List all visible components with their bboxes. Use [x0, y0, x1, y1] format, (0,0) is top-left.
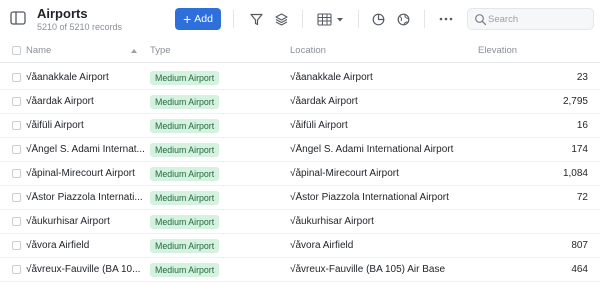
airport-location: √Åstor Piazzola International Airport — [290, 192, 449, 203]
column-header-name[interactable]: Name — [26, 45, 51, 56]
airport-name: √åardak Airport — [26, 96, 94, 107]
type-badge: Medium Airport — [150, 95, 220, 109]
chart-icon[interactable] — [369, 10, 387, 28]
airport-name: √åvora Airfield — [26, 240, 90, 251]
airport-location: √åvreux-Fauville (BA 105) Air Base — [290, 264, 445, 275]
select-all-checkbox[interactable] — [12, 46, 21, 55]
toolbar: Airports 5210 of 5210 records + Add — [0, 0, 600, 38]
toolbar-divider — [424, 10, 425, 28]
toolbar-divider — [302, 10, 303, 28]
toolbar-divider — [233, 10, 234, 28]
airport-elevation: 72 — [576, 192, 588, 203]
table-row[interactable]: √åukurhisar Airport Medium Airport √åuku… — [0, 210, 600, 234]
airport-location: √åanakkale Airport — [290, 72, 373, 83]
type-badge: Medium Airport — [150, 215, 220, 229]
airport-elevation: 23 — [576, 72, 588, 83]
table-view-icon[interactable] — [316, 10, 346, 28]
type-badge: Medium Airport — [150, 167, 220, 181]
row-checkbox[interactable] — [12, 265, 21, 274]
add-button-label: Add — [194, 13, 213, 25]
page-title: Airports — [37, 6, 88, 21]
plus-icon: + — [183, 10, 192, 27]
table-row[interactable]: √åvreux-Fauville (BA 10... Medium Airpor… — [0, 258, 600, 282]
search-icon — [474, 13, 487, 26]
more-options-icon[interactable] — [437, 10, 455, 28]
airport-name: √åvreux-Fauville (BA 10... — [26, 264, 141, 275]
type-badge: Medium Airport — [150, 239, 220, 253]
airport-location: √åpinal-Mirecourt Airport — [290, 168, 399, 179]
row-checkbox[interactable] — [12, 193, 21, 202]
airport-name: √åanakkale Airport — [26, 72, 109, 83]
airport-elevation: 2,795 — [562, 96, 588, 107]
type-badge: Medium Airport — [150, 71, 220, 85]
airport-elevation: 174 — [571, 144, 588, 155]
type-badge: Medium Airport — [150, 191, 220, 205]
airport-name: √Åstor Piazzola Internati... — [26, 192, 143, 203]
column-header-type[interactable]: Type — [150, 45, 171, 56]
airport-name: √åukurhisar Airport — [26, 216, 110, 227]
row-checkbox[interactable] — [12, 217, 21, 226]
table-row[interactable]: √åvora Airfield Medium Airport √åvora Ai… — [0, 234, 600, 258]
search-box — [467, 8, 594, 30]
row-checkbox[interactable] — [12, 169, 21, 178]
filter-icon[interactable] — [247, 10, 265, 28]
table-row[interactable]: √åardak Airport Medium Airport √åardak A… — [0, 90, 600, 114]
airport-name: √Ångel S. Adami Internat... — [26, 144, 145, 155]
airport-elevation: 16 — [576, 120, 588, 131]
sort-asc-icon[interactable] — [131, 49, 137, 53]
airport-elevation: 464 — [571, 264, 588, 275]
airport-location: √åifüli Airport — [290, 120, 348, 131]
layers-icon[interactable] — [272, 10, 290, 28]
airport-name: √åpinal-Mirecourt Airport — [26, 168, 135, 179]
column-header-elevation[interactable]: Elevation — [478, 45, 517, 56]
table-row[interactable]: √Ångel S. Adami Internat... Medium Airpo… — [0, 138, 600, 162]
type-badge: Medium Airport — [150, 263, 220, 277]
airport-location: √åvora Airfield — [290, 240, 354, 251]
column-header-location[interactable]: Location — [290, 45, 326, 56]
airport-name: √åifüli Airport — [26, 120, 84, 131]
record-count: 5210 of 5210 records — [37, 22, 123, 32]
type-badge: Medium Airport — [150, 143, 220, 157]
globe-icon[interactable] — [394, 10, 412, 28]
table-row[interactable]: √åanakkale Airport Medium Airport √åanak… — [0, 66, 600, 90]
airport-elevation: 807 — [571, 240, 588, 251]
table-row[interactable]: √åifüli Airport Medium Airport √åifüli A… — [0, 114, 600, 138]
table-body: √åanakkale Airport Medium Airport √åanak… — [0, 66, 600, 282]
row-checkbox[interactable] — [12, 97, 21, 106]
airport-location: √Ångel S. Adami International Airport — [290, 144, 454, 155]
airport-elevation: 1,084 — [562, 168, 588, 179]
airport-location: √åardak Airport — [290, 96, 358, 107]
row-checkbox[interactable] — [12, 121, 21, 130]
sidebar-toggle-icon[interactable] — [10, 11, 26, 25]
row-checkbox[interactable] — [12, 145, 21, 154]
toolbar-divider — [358, 10, 359, 28]
table-header: Name Type Location Elevation — [0, 39, 600, 63]
search-input[interactable] — [488, 11, 588, 27]
airport-location: √åukurhisar Airport — [290, 216, 374, 227]
type-badge: Medium Airport — [150, 119, 220, 133]
row-checkbox[interactable] — [12, 73, 21, 82]
row-checkbox[interactable] — [12, 241, 21, 250]
table-row[interactable]: √åpinal-Mirecourt Airport Medium Airport… — [0, 162, 600, 186]
add-button[interactable]: + Add — [175, 8, 221, 30]
table-row[interactable]: √Åstor Piazzola Internati... Medium Airp… — [0, 186, 600, 210]
